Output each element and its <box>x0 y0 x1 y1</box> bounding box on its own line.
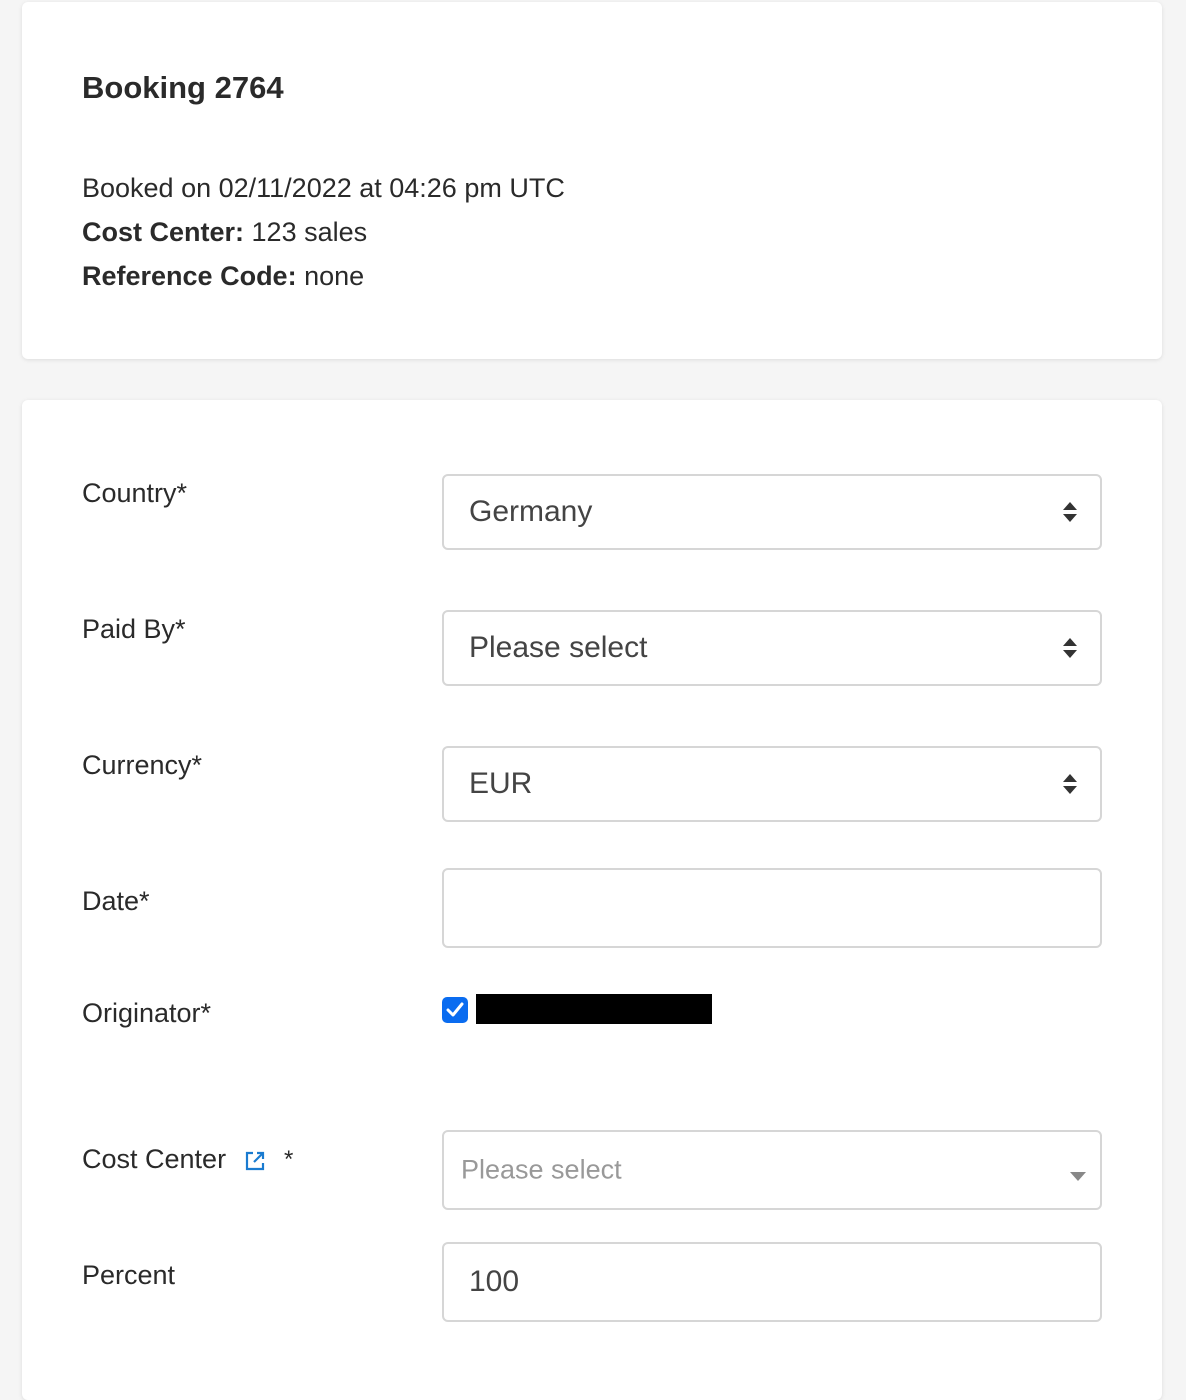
reference-code-value: none <box>304 261 365 291</box>
country-select-value: Germany <box>469 495 593 528</box>
paid-by-select[interactable]: Please select <box>442 610 1102 686</box>
cost-center-info-label: Cost Center: <box>82 217 245 247</box>
updown-chevron-icon <box>1063 502 1077 522</box>
booking-summary-card: Booking 2764 Booked on 02/11/2022 at 04:… <box>22 2 1162 359</box>
currency-select-value: EUR <box>469 767 533 800</box>
cost-center-placeholder: Please select <box>461 1154 622 1185</box>
reference-code-label: Reference Code: <box>82 261 297 291</box>
originator-checkbox[interactable] <box>442 997 468 1023</box>
reference-code-info: Reference Code: none <box>82 261 364 292</box>
booking-title: Booking 2764 <box>82 70 284 105</box>
external-link-icon[interactable] <box>244 1150 266 1172</box>
originator-label: Originator* <box>82 998 212 1028</box>
booked-on-text: Booked on 02/11/2022 at 04:26 pm UTC <box>82 173 565 203</box>
cost-center-info: Cost Center: 123 sales <box>82 217 367 248</box>
originator-name-redacted <box>476 994 712 1024</box>
cost-center-label: Cost Center <box>82 1144 227 1174</box>
percent-input[interactable]: 100 <box>442 1242 1102 1322</box>
currency-label: Currency* <box>82 750 203 780</box>
date-input[interactable] <box>442 868 1102 948</box>
paid-by-select-value: Please select <box>469 631 648 664</box>
required-asterisk: * <box>284 1146 294 1173</box>
cost-center-select[interactable]: Please select <box>442 1130 1102 1210</box>
expense-form-card: Country* Germany Paid By* Please select … <box>22 400 1162 1400</box>
country-select[interactable]: Germany <box>442 474 1102 550</box>
updown-chevron-icon <box>1063 774 1077 794</box>
updown-chevron-icon <box>1063 638 1077 658</box>
percent-input-value: 100 <box>469 1265 520 1298</box>
checkmark-icon <box>446 1002 464 1017</box>
currency-select[interactable]: EUR <box>442 746 1102 822</box>
paid-by-label: Paid By* <box>82 614 186 644</box>
cost-center-info-value: 123 sales <box>251 217 368 247</box>
date-label: Date* <box>82 886 150 916</box>
percent-label: Percent <box>82 1260 176 1290</box>
caret-down-icon <box>1070 1172 1086 1181</box>
country-label: Country* <box>82 478 188 508</box>
